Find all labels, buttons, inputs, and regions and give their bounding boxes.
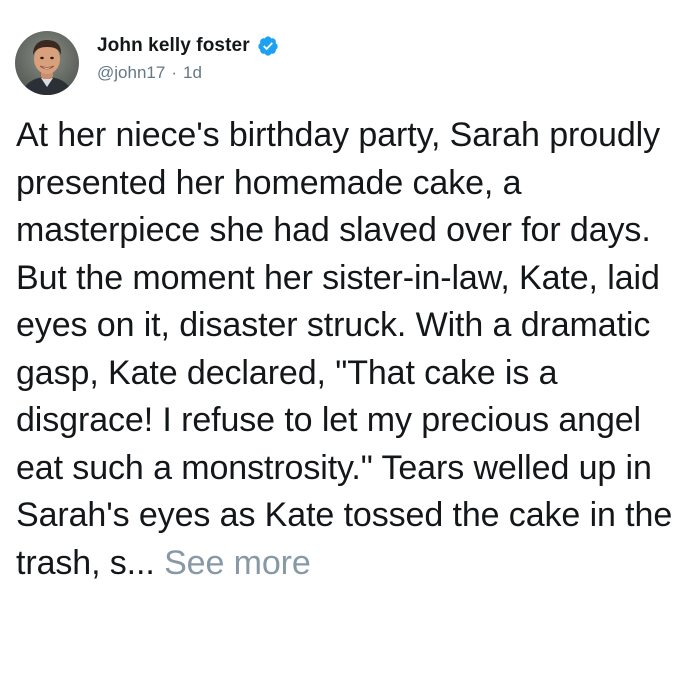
profile-photo-icon bbox=[15, 31, 79, 95]
author-line: John kelly foster bbox=[97, 33, 279, 59]
tweet-text: At her niece's birthday party, Sarah pro… bbox=[16, 116, 673, 582]
avatar[interactable] bbox=[15, 31, 79, 95]
author-handle[interactable]: @john17 bbox=[97, 63, 165, 83]
tweet-card: John kelly foster @john17 · 1d At her ni… bbox=[0, 0, 700, 700]
author-display-name[interactable]: John kelly foster bbox=[97, 35, 250, 57]
verified-badge-icon bbox=[257, 35, 279, 57]
see-more-link[interactable]: See more bbox=[164, 544, 311, 582]
tweet-timestamp[interactable]: 1d bbox=[183, 63, 202, 83]
tweet-body: At her niece's birthday party, Sarah pro… bbox=[16, 112, 692, 587]
meta-separator: · bbox=[171, 63, 177, 82]
tweet-meta: @john17 · 1d bbox=[97, 62, 202, 84]
